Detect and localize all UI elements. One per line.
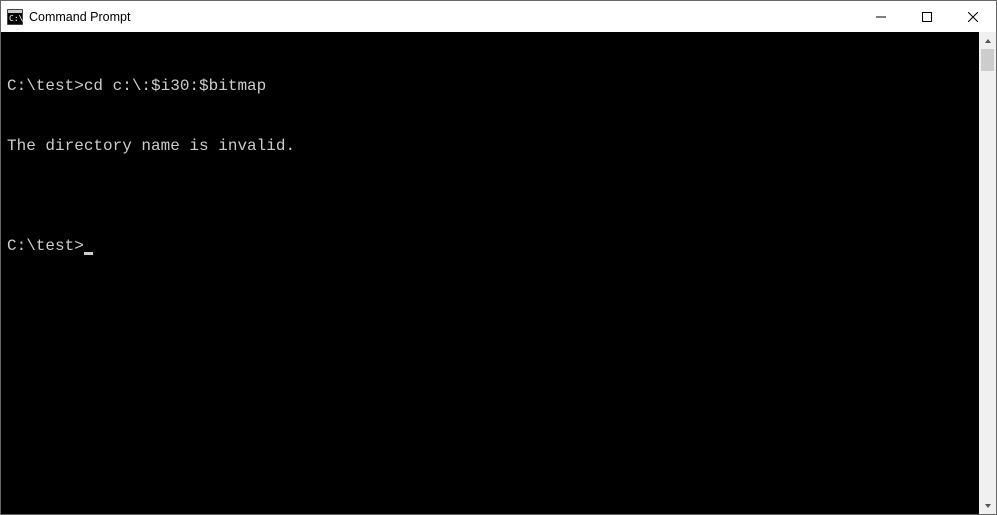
scrollbar-thumb[interactable]	[981, 49, 994, 71]
window-title: Command Prompt	[29, 10, 858, 24]
titlebar[interactable]: C:\ Command Prompt	[1, 1, 996, 32]
scroll-down-button[interactable]	[979, 497, 996, 514]
content-area: C:\test>cd c:\:$i30:$bitmap The director…	[1, 32, 996, 514]
terminal-line: C:\test>	[7, 236, 973, 256]
vertical-scrollbar[interactable]	[979, 32, 996, 514]
prompt-text: C:\test>	[7, 77, 84, 95]
prompt-text: C:\test>	[7, 237, 84, 255]
scrollbar-track[interactable]	[979, 49, 996, 497]
cmd-icon: C:\	[7, 9, 23, 25]
maximize-button[interactable]	[904, 1, 950, 32]
svg-text:C:\: C:\	[9, 14, 23, 23]
output-text: The directory name is invalid.	[7, 137, 295, 155]
terminal-output[interactable]: C:\test>cd c:\:$i30:$bitmap The director…	[1, 32, 979, 514]
cursor-icon	[84, 252, 93, 255]
minimize-button[interactable]	[858, 1, 904, 32]
close-button[interactable]	[950, 1, 996, 32]
terminal-line: The directory name is invalid.	[7, 136, 973, 156]
command-text: cd c:\:$i30:$bitmap	[84, 77, 266, 95]
command-prompt-window: C:\ Command Prompt C:\test>cd c:\:$i30:$…	[0, 0, 997, 515]
scroll-up-button[interactable]	[979, 32, 996, 49]
window-controls	[858, 1, 996, 32]
terminal-line: C:\test>cd c:\:$i30:$bitmap	[7, 76, 973, 96]
